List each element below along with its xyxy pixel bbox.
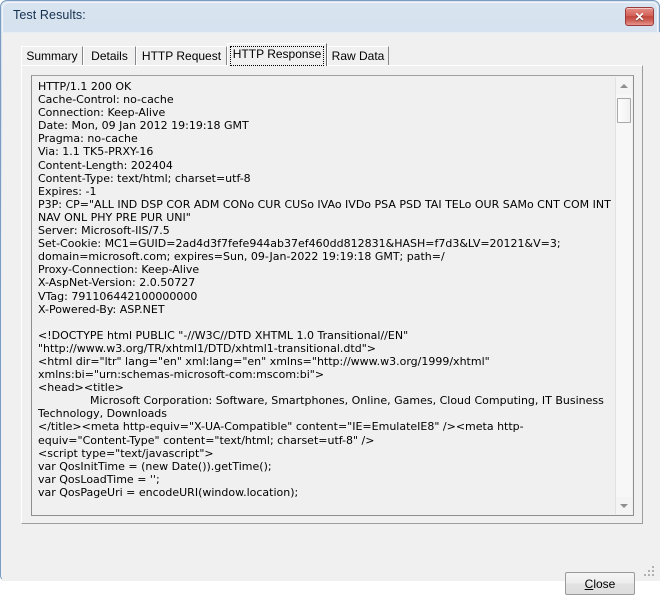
tab-http-response[interactable]: HTTP Response (227, 43, 327, 66)
response-line: <head><title> (38, 381, 124, 395)
http-response-textbox[interactable]: HTTP/1.1 200 OK Cache-Control: no-cache Co… (31, 75, 634, 516)
response-line: X-AspNet-Version: 2.0.50727 (38, 276, 196, 290)
response-line: Expires: -1 (38, 184, 97, 198)
tab-summary[interactable]: Summary (21, 46, 83, 65)
http-response-text: HTTP/1.1 200 OK Cache-Control: no-cache Co… (34, 78, 616, 513)
response-line: Connection: Keep-Alive (38, 106, 166, 120)
response-line: <html dir="ltr" lang="en" xml:lang="en" … (38, 354, 494, 382)
tab-summary-label: Summary (26, 49, 78, 63)
response-line: P3P: CP="ALL IND DSP COR ADM CONo CUR CU… (38, 197, 615, 224)
response-line: Cache-Control: no-cache (38, 93, 174, 107)
response-line: Set-Cookie: MC1=GUID=2ad4d3f7fefe944ab37… (38, 237, 565, 264)
resize-grip[interactable] (644, 566, 656, 578)
response-line: X-Powered-By: ASP.NET (38, 302, 165, 316)
title-bar: Test Results: ✕ (1, 1, 660, 32)
response-line: var QosInitTime = (new Date()).getTime()… (38, 459, 272, 473)
response-blank-line (38, 316, 613, 329)
scrollbar-thumb[interactable] (617, 98, 631, 123)
response-line: "http://www.w3.org/TR/xhtml1/DTD/xhtml1-… (38, 341, 376, 355)
response-line: HTTP/1.1 200 OK (38, 80, 132, 93)
response-line: Via: 1.1 TK5-PRXY-16 (38, 145, 154, 159)
response-line: <script type="text/javascript"> (38, 446, 214, 460)
response-line: Content-Type: text/html; charset=utf-8 (38, 171, 251, 185)
scroll-down-arrow-icon[interactable] (616, 497, 632, 514)
vertical-scrollbar[interactable] (615, 77, 632, 514)
response-line: Server: Microsoft-IIS/7.5 (38, 224, 170, 238)
response-line: Pragma: no-cache (38, 132, 138, 146)
tab-strip: Summary Details HTTP Request HTTP Respon… (21, 43, 643, 66)
response-line: Proxy-Connection: Keep-Alive (38, 263, 200, 277)
close-button[interactable]: Close (565, 572, 635, 595)
response-line: <!DOCTYPE html PUBLIC "-//W3C//DTD XHTML… (38, 328, 409, 342)
scrollbar-track[interactable] (616, 94, 632, 497)
response-line: var QosPageUri = encodeURI(window.locati… (38, 485, 299, 499)
scroll-up-arrow-icon[interactable] (616, 77, 632, 94)
window-title: Test Results: (13, 8, 86, 22)
response-line: VTag: 791106442100000000 (38, 289, 198, 303)
response-line: var QosLoadTime = ''; (38, 472, 160, 486)
tab-details[interactable]: Details (83, 46, 136, 65)
tab-panel-http-response: HTTP/1.1 200 OK Cache-Control: no-cache Co… (21, 65, 643, 524)
response-line: </title><meta http-equiv="X-UA-Compatibl… (38, 420, 524, 447)
dialog-client-area: Summary Details HTTP Request HTTP Respon… (2, 32, 660, 595)
tab-raw-data[interactable]: Raw Data (327, 46, 389, 65)
tab-details-label: Details (91, 49, 128, 63)
tab-http-request-label: HTTP Request (141, 49, 222, 63)
close-button-label: lose (593, 576, 616, 591)
tab-http-response-label: HTTP Response (232, 47, 322, 61)
dialog-window: Test Results: ✕ Summary Details HTTP Req… (0, 0, 660, 595)
tab-control: Summary Details HTTP Request HTTP Respon… (21, 43, 643, 524)
tab-raw-data-label: Raw Data (331, 49, 385, 63)
response-line: Date: Mon, 09 Jan 2012 19:19:18 GMT (38, 119, 249, 133)
response-line: Content-Length: 202404 (38, 158, 173, 172)
window-close-button[interactable]: ✕ (625, 7, 654, 26)
tab-http-request[interactable]: HTTP Request (136, 46, 227, 65)
response-line: Microsoft Corporation: Software, Smartph… (38, 394, 608, 421)
close-icon: ✕ (634, 9, 645, 24)
